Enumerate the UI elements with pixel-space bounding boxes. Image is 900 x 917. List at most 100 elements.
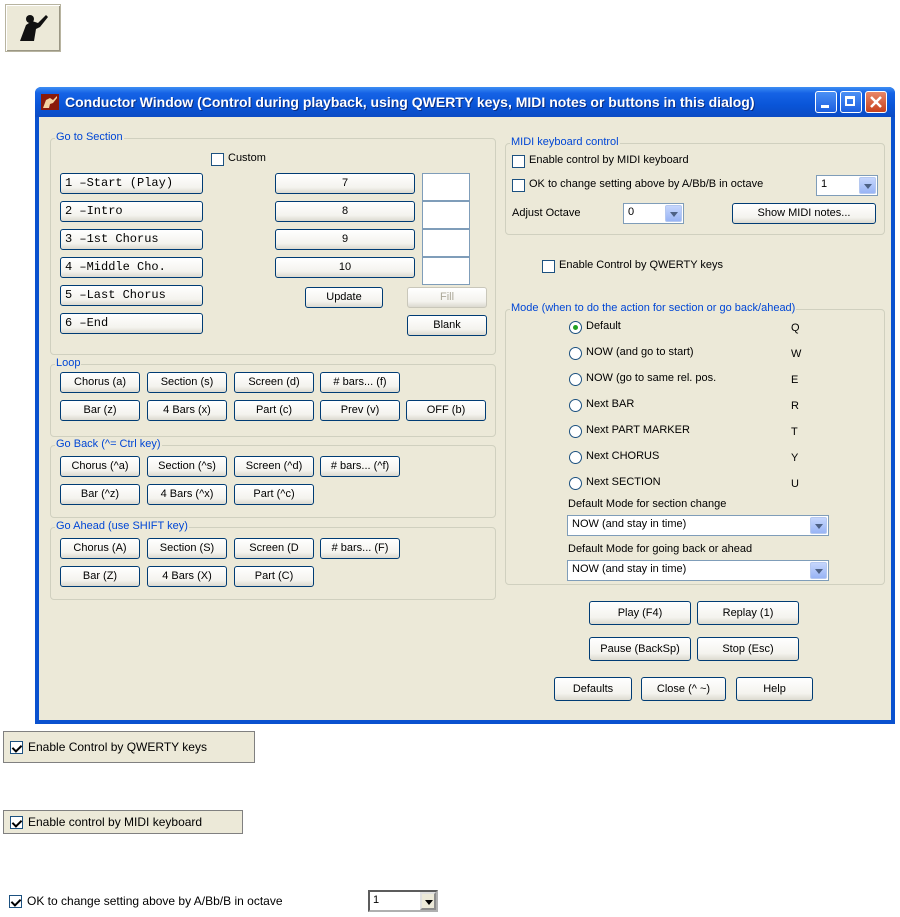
section-button-7[interactable]: 7: [275, 173, 415, 194]
octave-select-value: 1: [821, 178, 828, 190]
mode-next-section-label: Next SECTION: [586, 476, 661, 488]
ok-change-snippet: OK to change setting above by A/Bb/B in …: [3, 890, 439, 912]
title-bar[interactable]: Conductor Window (Control during playbac…: [35, 87, 895, 117]
back-chorus-button[interactable]: Chorus (^a): [60, 456, 140, 477]
qwerty-enable-checkbox-checked[interactable]: [10, 741, 23, 754]
go-to-section-legend: Go to Section: [55, 131, 124, 143]
adjust-octave-value: 0: [628, 206, 635, 218]
loop-bar-button[interactable]: Bar (z): [60, 400, 140, 421]
ahead-section-button[interactable]: Section (S): [147, 538, 227, 559]
chevron-down-icon[interactable]: [810, 517, 827, 534]
ahead-chorus-button[interactable]: Chorus (A): [60, 538, 140, 559]
show-midi-notes-button[interactable]: Show MIDI notes...: [732, 203, 876, 224]
loop-4bars-button[interactable]: 4 Bars (x): [147, 400, 227, 421]
ahead-screen-button[interactable]: Screen (D: [234, 538, 314, 559]
blank-button[interactable]: Blank: [407, 315, 487, 336]
maximize-button[interactable]: [840, 91, 862, 113]
chevron-down-icon[interactable]: [420, 892, 436, 910]
mode-default-label: Default: [586, 320, 621, 332]
section-button-8[interactable]: 8: [275, 201, 415, 222]
mode-now-relpos-key: E: [791, 374, 799, 386]
section-9-name-field[interactable]: [422, 229, 470, 257]
back-4bars-button[interactable]: 4 Bars (^x): [147, 484, 227, 505]
mode-next-chorus-radio[interactable]: [569, 451, 582, 464]
close-window-button[interactable]: [865, 91, 887, 113]
back-section-button[interactable]: Section (^s): [147, 456, 227, 477]
play-button[interactable]: Play (F4): [589, 601, 691, 625]
mode-now-start-radio[interactable]: [569, 347, 582, 360]
custom-checkbox[interactable]: [211, 153, 224, 166]
ahead-4bars-button[interactable]: 4 Bars (X): [147, 566, 227, 587]
back-ahead-mode-value: NOW (and stay in time): [572, 563, 687, 575]
help-button[interactable]: Help: [736, 677, 813, 701]
ok-change-checkbox-checked[interactable]: [9, 895, 22, 908]
close-button[interactable]: Close (^ ~): [641, 677, 726, 701]
midi-enable-label: Enable control by MIDI keyboard: [529, 154, 689, 166]
octave-snippet-value: 1: [373, 894, 380, 906]
window-client-area: Go to Section Custom 1 –Start (Play) 2 –…: [39, 117, 891, 720]
close-icon: [870, 96, 882, 108]
replay-button[interactable]: Replay (1): [697, 601, 799, 625]
defaults-button[interactable]: Defaults: [554, 677, 632, 701]
loop-bars-button[interactable]: # bars... (f): [320, 372, 400, 393]
mode-now-relpos-radio[interactable]: [569, 373, 582, 386]
section-button-6[interactable]: 6 –End: [60, 313, 203, 334]
midi-enable-checkbox[interactable]: [512, 155, 525, 168]
mode-default-radio[interactable]: [569, 321, 582, 334]
mode-next-bar-radio[interactable]: [569, 399, 582, 412]
section-change-mode-select[interactable]: NOW (and stay in time): [567, 515, 829, 536]
section-7-name-field[interactable]: [422, 173, 470, 201]
section-button-5[interactable]: 5 –Last Chorus: [60, 285, 203, 306]
mode-next-section-radio[interactable]: [569, 477, 582, 490]
ok-change-checkbox[interactable]: [512, 179, 525, 192]
mode-next-part-marker-radio[interactable]: [569, 425, 582, 438]
fill-button[interactable]: Fill: [407, 287, 487, 308]
section-button-1[interactable]: 1 –Start (Play): [60, 173, 203, 194]
conductor-toolbar-button[interactable]: [5, 4, 61, 52]
section-change-mode-value: NOW (and stay in time): [572, 518, 687, 530]
section-button-4[interactable]: 4 –Middle Cho.: [60, 257, 203, 278]
loop-part-button[interactable]: Part (c): [234, 400, 314, 421]
loop-prev-button[interactable]: Prev (v): [320, 400, 400, 421]
mode-next-part-marker-label: Next PART MARKER: [586, 424, 690, 436]
stop-button[interactable]: Stop (Esc): [697, 637, 799, 661]
qwerty-enable-checkbox[interactable]: [542, 260, 555, 273]
mode-legend: Mode (when to do the action for section …: [510, 302, 797, 314]
loop-chorus-button[interactable]: Chorus (a): [60, 372, 140, 393]
update-button[interactable]: Update: [305, 287, 383, 308]
mode-next-bar-key: R: [791, 400, 799, 412]
section-10-name-field[interactable]: [422, 257, 470, 285]
ahead-bars-button[interactable]: # bars... (F): [320, 538, 400, 559]
chevron-down-icon[interactable]: [810, 562, 827, 579]
back-bar-button[interactable]: Bar (^z): [60, 484, 140, 505]
back-ahead-mode-select[interactable]: NOW (and stay in time): [567, 560, 829, 581]
minimize-button[interactable]: [815, 91, 837, 113]
octave-select[interactable]: 1: [816, 175, 878, 196]
loop-section-button[interactable]: Section (s): [147, 372, 227, 393]
minimize-icon: [821, 105, 829, 108]
section-button-3[interactable]: 3 –1st Chorus: [60, 229, 203, 250]
mode-next-chorus-label: Next CHORUS: [586, 450, 660, 462]
adjust-octave-label: Adjust Octave: [512, 207, 581, 219]
ahead-bar-button[interactable]: Bar (Z): [60, 566, 140, 587]
section-button-9[interactable]: 9: [275, 229, 415, 250]
chevron-down-icon[interactable]: [859, 177, 876, 194]
qwerty-enable-label: Enable Control by QWERTY keys: [559, 259, 724, 271]
back-bars-button[interactable]: # bars... (^f): [320, 456, 400, 477]
loop-screen-button[interactable]: Screen (d): [234, 372, 314, 393]
section-button-2[interactable]: 2 –Intro: [60, 201, 203, 222]
back-part-button[interactable]: Part (^c): [234, 484, 314, 505]
section-button-10[interactable]: 10: [275, 257, 415, 278]
ahead-part-button[interactable]: Part (C): [234, 566, 314, 587]
section-8-name-field[interactable]: [422, 201, 470, 229]
octave-snippet-select[interactable]: 1: [368, 890, 438, 912]
loop-off-button[interactable]: OFF (b): [406, 400, 486, 421]
midi-enable-snippet: Enable control by MIDI keyboard: [3, 810, 243, 834]
midi-enable-checkbox-checked[interactable]: [10, 816, 23, 829]
adjust-octave-select[interactable]: 0: [623, 203, 684, 224]
back-screen-button[interactable]: Screen (^d): [234, 456, 314, 477]
ok-change-label: OK to change setting above by A/Bb/B in …: [529, 178, 764, 190]
mode-now-relpos-label: NOW (go to same rel. pos.: [586, 372, 717, 384]
pause-button[interactable]: Pause (BackSp): [589, 637, 691, 661]
chevron-down-icon[interactable]: [665, 205, 682, 222]
